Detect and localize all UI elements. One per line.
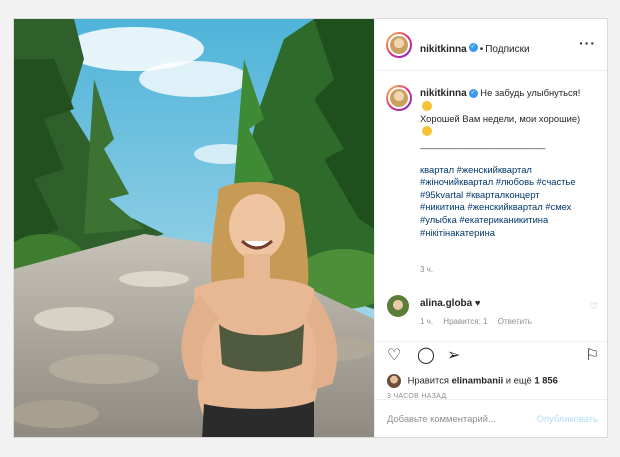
bookmark-icon[interactable]: ⚐ [585, 348, 599, 364]
separator-dot: • [479, 44, 484, 55]
author-avatar[interactable] [386, 32, 412, 58]
comment-text: ♥ [474, 297, 481, 308]
likes-suffix: и ещё [505, 374, 532, 386]
liker-avatar[interactable] [387, 374, 401, 388]
heart-icon[interactable]: ♡ [387, 348, 401, 364]
caption: nikitkinna ✓ Не забудь улыбнуться! Хороше… [420, 87, 600, 239]
comment-meta: 1 ч. Нравится: 1 Ответить [420, 317, 540, 326]
share-icon[interactable]: ➢ [447, 348, 460, 364]
caption-username[interactable]: nikitkinna [420, 88, 467, 99]
hashtag-line[interactable]: #95kvartal #кварталконцерт [420, 189, 600, 202]
caption-line: Не забудь улыбнуться! [480, 87, 581, 98]
likes-count[interactable]: 1 856 [534, 374, 557, 385]
comment-text-line: alina.globa ♥ [420, 297, 480, 309]
liker-username[interactable]: elinambanii [452, 374, 504, 385]
hashtag-line[interactable]: #улыбка #екатериканикитина [420, 214, 600, 227]
comment-time[interactable]: 1 ч. [420, 317, 433, 326]
photo-image [14, 19, 374, 437]
likes-summary: Нравится elinambanii и ещё 1 856 [387, 374, 558, 388]
post-actions: ♡ ◯ ➢ ⚐ Нравится elinambanii и ещё 1 856… [375, 341, 607, 400]
comment-like-heart-icon[interactable]: ♡ [590, 301, 598, 312]
add-comment-bar: Добавьте комментарий... Опубликовать [375, 399, 607, 437]
more-options-icon[interactable]: ··· [579, 35, 596, 51]
post-body: nikitkinna ✓ Не забудь улыбнуться! Хороше… [375, 71, 607, 341]
author-username[interactable]: nikitkinna [420, 44, 467, 55]
comment-item: alina.globa ♥ 1 ч. Нравится: 1 Ответить … [375, 291, 607, 341]
smile-emoji-icon [422, 100, 432, 111]
verified-icon: ✓ [468, 43, 478, 53]
header-line: nikitkinna ✓ • Подписки [420, 39, 530, 57]
caption-time[interactable]: 3 ч. [420, 265, 433, 274]
add-comment-input[interactable]: Добавьте комментарий... [387, 413, 496, 424]
comment-avatar[interactable] [387, 295, 409, 317]
verified-icon: ✓ [468, 89, 478, 99]
caption-avatar[interactable] [386, 85, 412, 111]
follow-button[interactable]: Подписки [485, 44, 529, 55]
comment-likes[interactable]: Нравится: 1 [443, 317, 487, 326]
caption-line: ________________________ [420, 138, 546, 150]
action-icons: ♡ ◯ ➢ ⚐ [375, 342, 607, 370]
post-card: nikitkinna ✓ • Подписки ··· nikitkinna ✓ Не … [13, 18, 608, 438]
post-header: nikitkinna ✓ • Подписки ··· [375, 19, 607, 71]
hashtag-line[interactable]: #нікітінакатерина [420, 227, 600, 240]
comment-icon[interactable]: ◯ [417, 348, 435, 364]
hashtag-line[interactable]: #никитина #женскийквартал #смех [420, 201, 600, 214]
post-sidebar: nikitkinna ✓ • Подписки ··· nikitkinna ✓ Не … [374, 19, 607, 437]
post-photo[interactable] [14, 19, 374, 437]
hashtag-line[interactable]: #жiночийквартал #любовь #счастье [420, 176, 600, 189]
comment-username[interactable]: alina.globa [420, 298, 472, 309]
publish-button[interactable]: Опубликовать [537, 413, 598, 424]
reply-button[interactable]: Ответить [498, 317, 532, 326]
hashtag-line[interactable]: квартал #женскийквартал [420, 164, 600, 177]
likes-prefix: Нравится [407, 374, 449, 386]
caption-line: Хорошей Вам недели, мои хорошие) [420, 113, 581, 125]
smile-emoji-icon [422, 125, 432, 136]
